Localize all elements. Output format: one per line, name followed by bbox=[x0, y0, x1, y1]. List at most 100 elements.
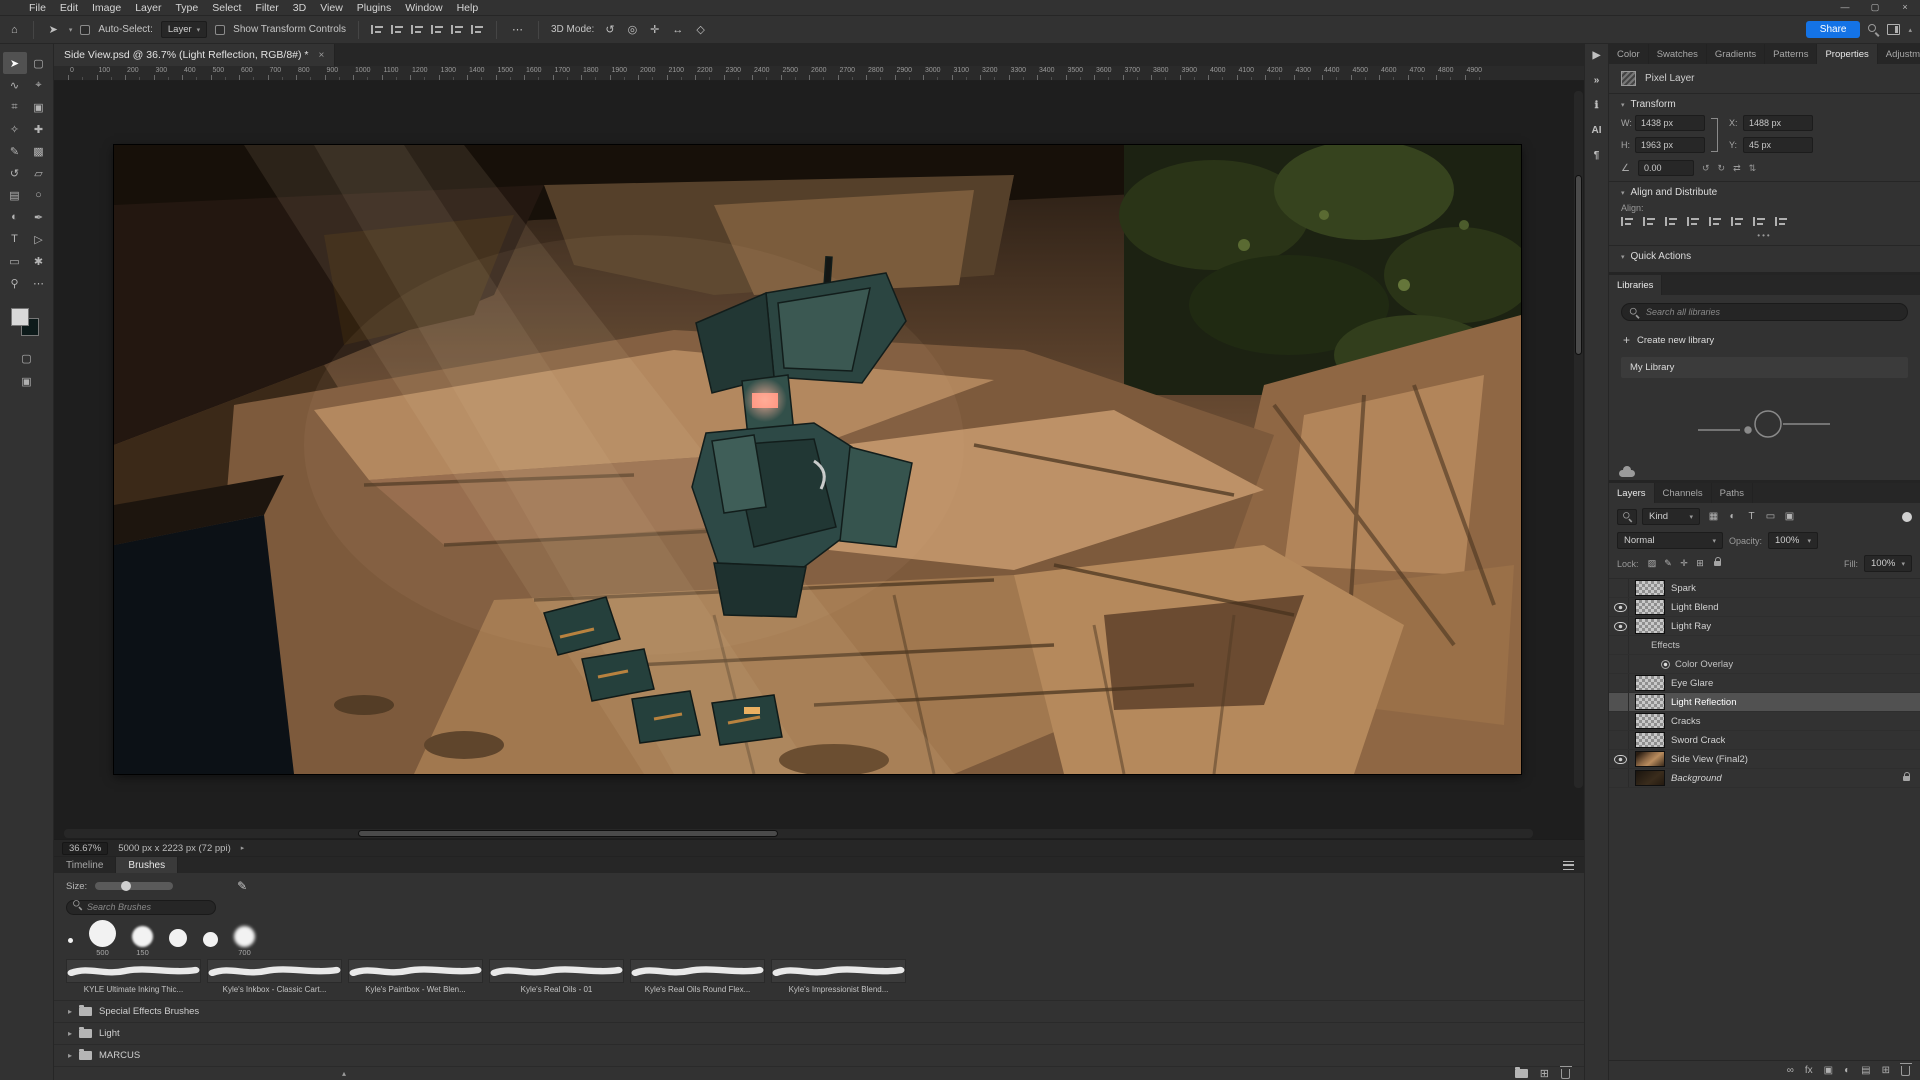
quick-actions-header[interactable]: ▾ Quick Actions bbox=[1621, 251, 1908, 262]
menu-item[interactable]: 3D bbox=[286, 2, 313, 14]
share-button[interactable]: Share bbox=[1806, 21, 1861, 38]
search-icon[interactable] bbox=[1868, 24, 1879, 35]
expand-panel-icon[interactable]: ▶ bbox=[1593, 50, 1601, 61]
eraser-tool[interactable]: ▱ bbox=[27, 162, 51, 184]
healing-brush-tool[interactable]: ✚ bbox=[27, 118, 51, 140]
lock-pixels-icon[interactable]: ✎ bbox=[1661, 557, 1676, 571]
width-field[interactable] bbox=[1635, 115, 1705, 131]
panel-menu-icon[interactable] bbox=[1563, 861, 1574, 870]
blur-tool[interactable]: ○ bbox=[27, 184, 51, 206]
menu-item[interactable]: File bbox=[22, 2, 53, 14]
edit-toolbar-button[interactable]: ⋯ bbox=[27, 272, 51, 294]
layer-row[interactable]: Eye Glare bbox=[1609, 674, 1920, 693]
export-icon[interactable]: » bbox=[1594, 75, 1600, 86]
vertical-scrollbar[interactable] bbox=[1574, 91, 1583, 788]
marquee-tool[interactable]: ▢ bbox=[27, 52, 51, 74]
zoom-level-field[interactable]: 36.67% bbox=[62, 842, 108, 855]
new-group-icon[interactable]: ▤ bbox=[1861, 1065, 1870, 1076]
filter-toggle[interactable] bbox=[1902, 512, 1912, 522]
panel-tab[interactable]: Color bbox=[1609, 44, 1649, 64]
flip-horizontal-icon[interactable]: ⇄ bbox=[1733, 163, 1741, 174]
kind-filter-dropdown[interactable]: Kind ▾ bbox=[1642, 508, 1700, 525]
document-canvas[interactable] bbox=[114, 145, 1521, 774]
visibility-eye-icon[interactable] bbox=[1613, 655, 1629, 673]
scale-3d-icon[interactable]: ◇ bbox=[693, 23, 707, 36]
panel-tab[interactable]: Adjustments bbox=[1878, 44, 1920, 64]
panel-tab[interactable]: Patterns bbox=[1765, 44, 1817, 64]
panel-tab[interactable]: Layers bbox=[1609, 483, 1655, 503]
panel-tab[interactable]: Gradients bbox=[1707, 44, 1765, 64]
history-brush-tool[interactable]: ↺ bbox=[3, 162, 27, 184]
align-left-icon[interactable] bbox=[371, 24, 384, 35]
status-menu-icon[interactable]: ▸ bbox=[241, 844, 245, 852]
workspace-icon[interactable] bbox=[1887, 24, 1900, 35]
layer-row[interactable]: Sword Crack bbox=[1609, 731, 1920, 750]
tab-close-icon[interactable]: × bbox=[319, 50, 325, 61]
layer-effects-icon[interactable]: fx bbox=[1805, 1065, 1813, 1076]
align-top-icon[interactable] bbox=[431, 24, 444, 35]
align-right-icon[interactable] bbox=[411, 24, 424, 35]
visibility-eye-icon[interactable] bbox=[1613, 750, 1629, 768]
align-center-v-icon[interactable] bbox=[451, 24, 464, 35]
new-brush-group-icon[interactable] bbox=[1515, 1069, 1528, 1078]
cloud-sync-icon[interactable] bbox=[1619, 470, 1635, 477]
new-brush-icon[interactable]: ⊞ bbox=[1540, 1067, 1549, 1080]
layer-thumbnail[interactable] bbox=[1635, 618, 1665, 634]
minimize-button[interactable]: — bbox=[1830, 2, 1860, 13]
library-item[interactable]: My Library bbox=[1621, 357, 1908, 378]
info-icon[interactable]: ℹ bbox=[1595, 100, 1599, 111]
scrollbar-thumb[interactable] bbox=[1575, 175, 1582, 355]
layer-thumbnail[interactable] bbox=[1635, 580, 1665, 596]
menu-item[interactable]: Filter bbox=[248, 2, 285, 14]
slider-knob[interactable] bbox=[121, 881, 131, 891]
align-bottom-icon[interactable] bbox=[471, 24, 484, 35]
horizontal-scrollbar[interactable] bbox=[64, 829, 1533, 838]
align-center-h-icon[interactable] bbox=[1643, 216, 1656, 227]
filter-search-icon[interactable] bbox=[1617, 509, 1637, 525]
close-button[interactable]: × bbox=[1890, 2, 1920, 13]
brush-item[interactable]: Kyle's Real Oils - 01 bbox=[489, 959, 624, 994]
height-field[interactable] bbox=[1635, 137, 1705, 153]
brush-item[interactable]: KYLE Ultimate Inking Thic... bbox=[66, 959, 201, 994]
opacity-dropdown[interactable]: 100% ▾ bbox=[1768, 532, 1818, 549]
panel-tab[interactable]: Properties bbox=[1817, 44, 1877, 64]
brush-item[interactable]: Kyle's Paintbox - Wet Blen... bbox=[348, 959, 483, 994]
menu-item[interactable]: Layer bbox=[128, 2, 168, 14]
canvas-pasteboard[interactable] bbox=[54, 81, 1584, 839]
filter-adjustment-icon[interactable]: ◐ bbox=[1724, 509, 1741, 525]
brush-tool[interactable]: ✎ bbox=[3, 140, 27, 162]
brush-item[interactable]: Kyle's Impressionist Blend... bbox=[771, 959, 906, 994]
scrollbar-thumb[interactable] bbox=[358, 830, 778, 837]
new-layer-icon[interactable]: ⊞ bbox=[1882, 1065, 1890, 1076]
home-icon[interactable]: ⌂ bbox=[8, 24, 21, 36]
slide-3d-icon[interactable]: ↔ bbox=[669, 24, 686, 36]
menu-item[interactable]: Select bbox=[205, 2, 248, 14]
edit-brush-icon[interactable]: ✎ bbox=[237, 879, 247, 893]
panel-resize-handle[interactable]: ▴ bbox=[342, 1069, 346, 1078]
menu-item[interactable]: Type bbox=[168, 2, 205, 14]
layer-thumbnail[interactable] bbox=[1635, 770, 1665, 786]
layer-row[interactable]: Light Ray bbox=[1609, 617, 1920, 636]
brush-preset[interactable] bbox=[68, 938, 73, 957]
brush-preset[interactable]: 150 bbox=[132, 926, 153, 957]
panel-tab[interactable]: Paths bbox=[1712, 483, 1753, 503]
visibility-eye-icon[interactable] bbox=[1613, 731, 1629, 749]
align-bottom-icon[interactable] bbox=[1731, 216, 1744, 227]
filter-smart-icon[interactable]: ▣ bbox=[1781, 509, 1798, 525]
blend-mode-dropdown[interactable]: Normal ▾ bbox=[1617, 532, 1723, 549]
fill-dropdown[interactable]: 100% ▾ bbox=[1864, 555, 1912, 572]
transform-section-header[interactable]: ▾ Transform bbox=[1621, 99, 1908, 110]
rectangle-tool[interactable]: ▭ bbox=[3, 250, 27, 272]
brush-preset[interactable]: 500 bbox=[89, 920, 116, 957]
rotate-ccw-icon[interactable]: ↺ bbox=[1702, 163, 1710, 174]
panel-tab[interactable]: Channels bbox=[1655, 483, 1712, 503]
object-selection-tool[interactable]: ⌖ bbox=[27, 74, 51, 96]
drag-3d-icon[interactable]: ✛ bbox=[647, 23, 662, 36]
comments-icon[interactable]: ¶ bbox=[1594, 150, 1600, 161]
link-dimensions-icon[interactable] bbox=[1711, 118, 1718, 152]
layer-thumbnail[interactable] bbox=[1635, 675, 1665, 691]
visibility-eye-icon[interactable] bbox=[1613, 617, 1629, 635]
hand-tool[interactable]: ✱ bbox=[27, 250, 51, 272]
layer-row[interactable]: Background bbox=[1609, 769, 1920, 788]
panel-tab[interactable]: Timeline bbox=[54, 857, 116, 873]
